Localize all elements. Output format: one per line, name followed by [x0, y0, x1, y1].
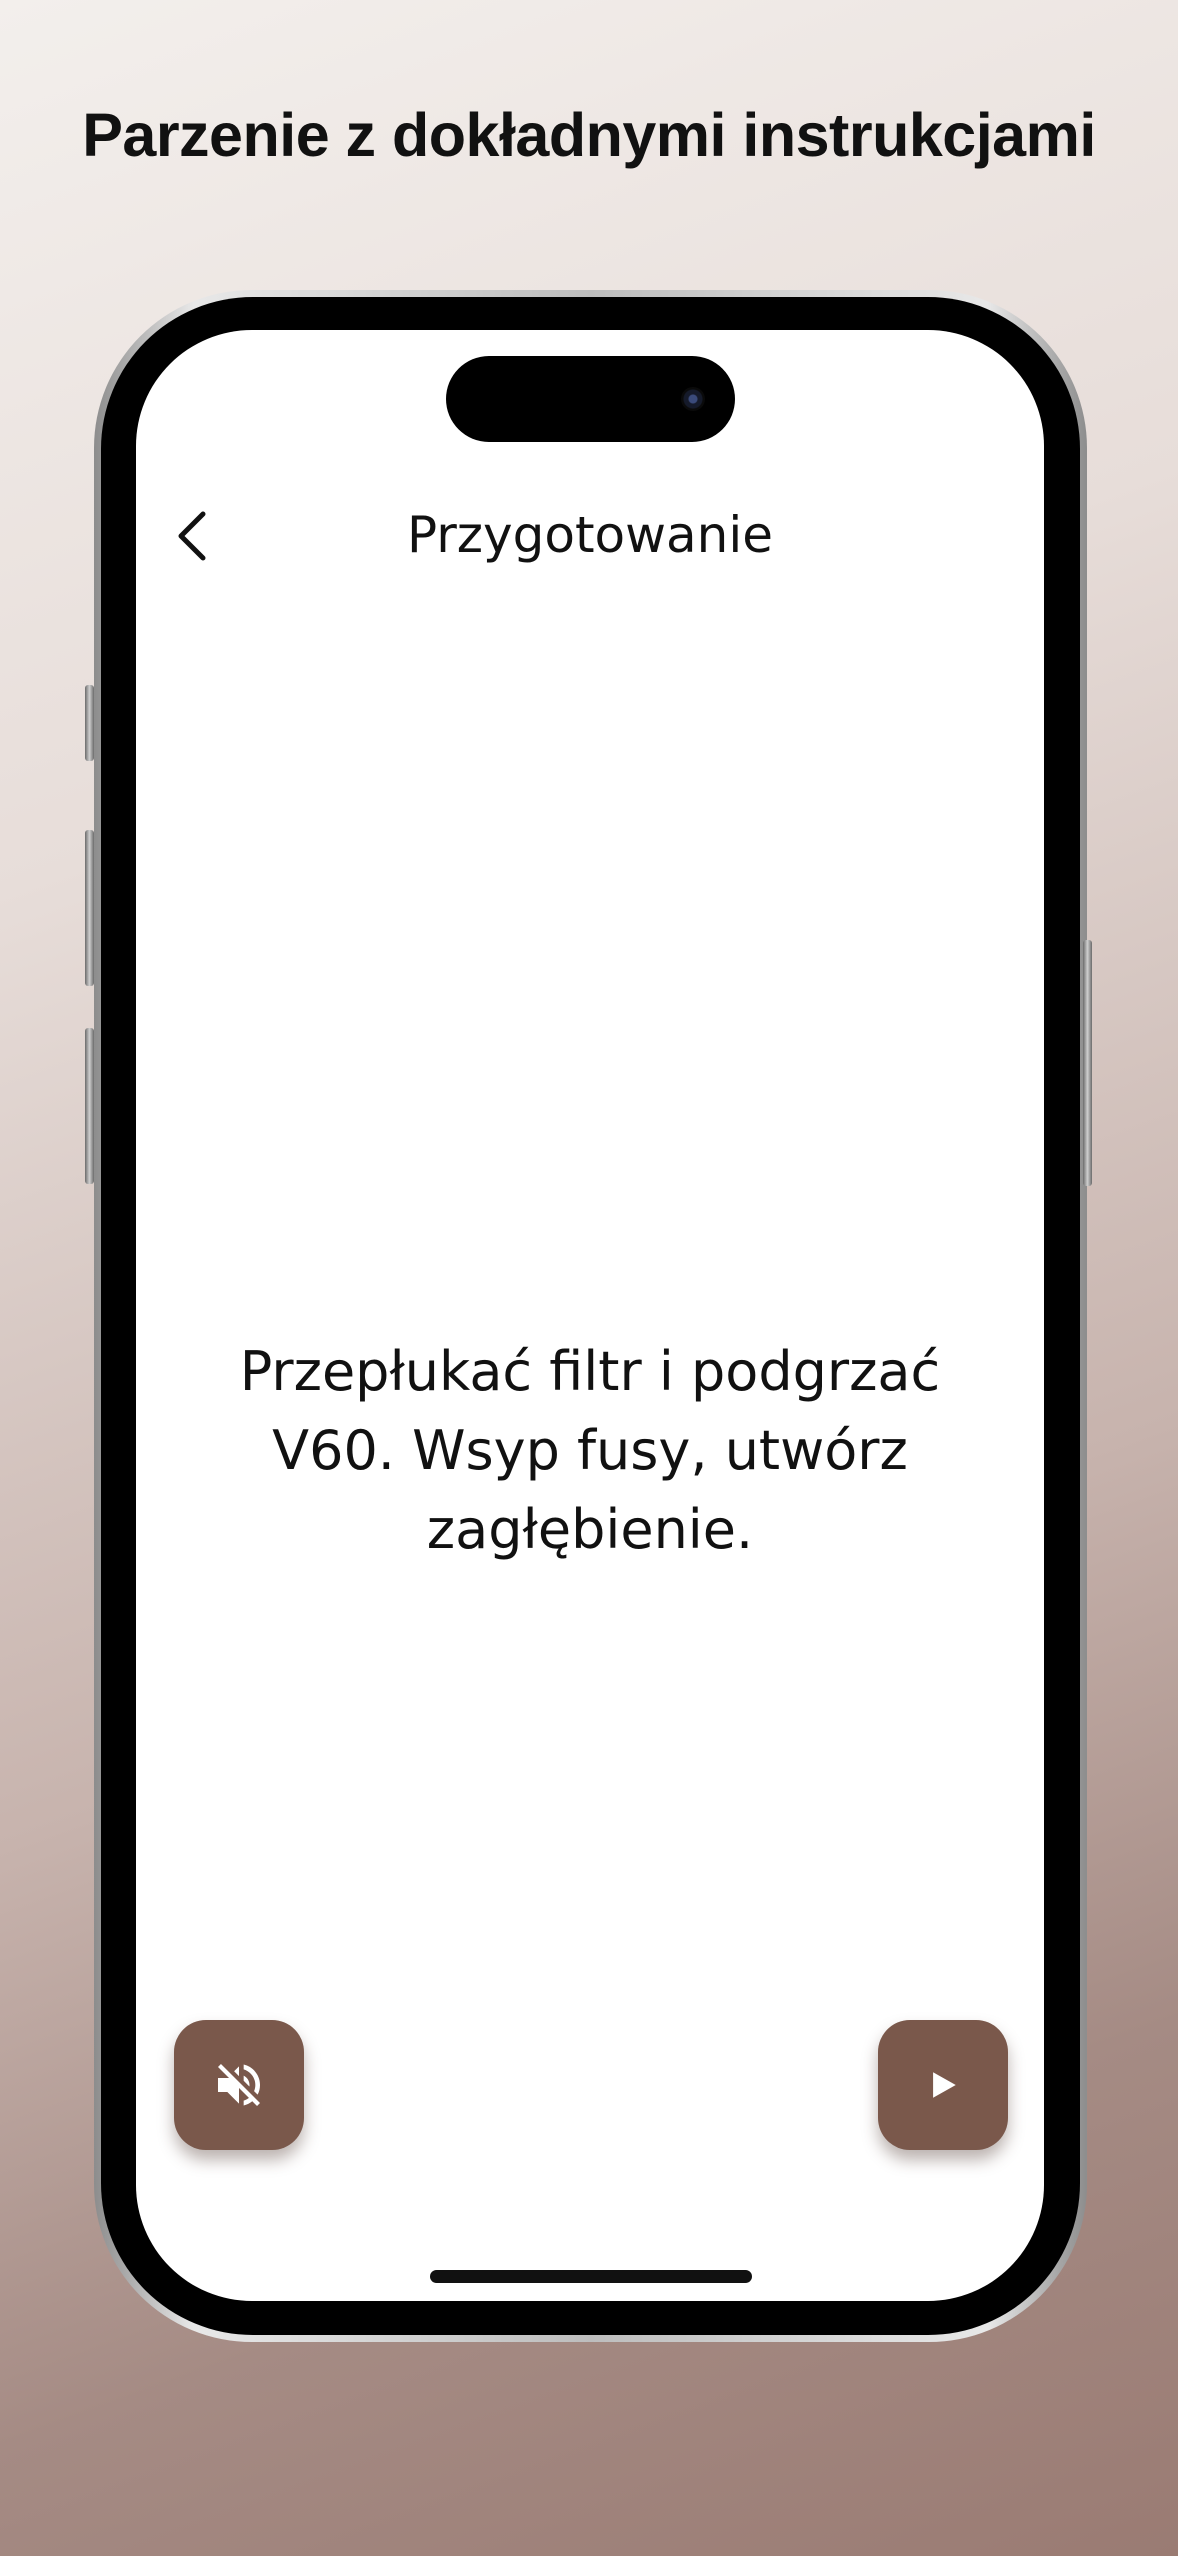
power-button	[1083, 940, 1092, 1186]
dynamic-island	[446, 356, 735, 442]
navigation-bar: Przygotowanie	[136, 500, 1044, 570]
play-icon	[933, 2072, 956, 2098]
volume-down-button	[85, 1028, 94, 1184]
home-indicator	[430, 2270, 752, 2283]
screen-title: Przygotowanie	[406, 506, 774, 564]
app-screen: Przygotowanie Przepłukać filtr i podgrza…	[136, 330, 1044, 2301]
back-button[interactable]	[164, 508, 220, 564]
play-button[interactable]	[878, 2020, 1008, 2150]
volume-up-button	[85, 830, 94, 986]
chevron-left-icon	[178, 511, 206, 561]
camera-icon	[681, 387, 705, 411]
volume-off-icon	[218, 2064, 260, 2106]
mute-button[interactable]	[174, 2020, 304, 2150]
action-button	[85, 685, 94, 761]
instruction-text: Przepłukać filtr i podgrzać V60. Wsyp fu…	[239, 1340, 941, 1561]
page-headline: Parzenie z dokładnymi instrukcjami	[82, 101, 1096, 169]
